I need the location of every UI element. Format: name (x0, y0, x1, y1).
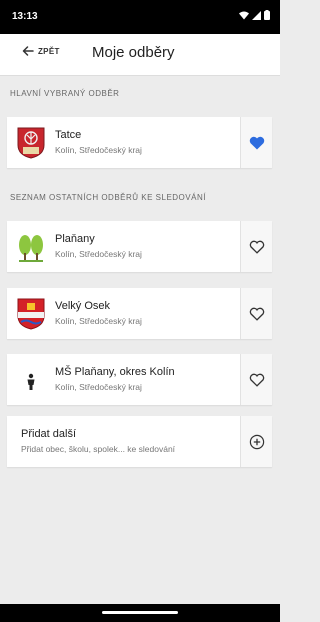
subscription-region: Kolín, Středočeský kraj (55, 145, 142, 155)
heart-filled-icon (249, 136, 264, 149)
add-title: Přidat další (21, 428, 77, 440)
favorite-button[interactable] (240, 221, 272, 272)
status-icons (239, 10, 270, 20)
subscription-region: Kolín, Středočeský kraj (55, 249, 142, 259)
heart-outline-icon (249, 240, 264, 254)
add-subscription-card[interactable]: Přidat další Přidat obec, školu, spolek.… (7, 416, 272, 467)
subscription-name: Tatce (55, 129, 82, 141)
add-subtitle: Přidat obec, školu, spolek... ke sledová… (21, 444, 176, 454)
subscription-region: Kolín, Středočeský kraj (55, 316, 142, 326)
subscription-name: Plaňany (55, 233, 95, 245)
favorite-button[interactable] (240, 117, 272, 168)
heart-outline-icon (249, 373, 264, 387)
app-bar: ZPĚT Moje odběry (0, 34, 280, 76)
subscription-region: Kolín, Středočeský kraj (55, 382, 142, 392)
person-icon (27, 373, 35, 390)
battery-icon (264, 10, 270, 20)
main-subscription-card[interactable]: Tatce Kolín, Středočeský kraj (7, 117, 272, 168)
wifi-icon (239, 11, 249, 19)
other-section-label: SEZNAM OSTATNÍCH ODBĚRŮ KE SLEDOVÁNÍ (10, 193, 206, 202)
favorite-button[interactable] (240, 354, 272, 405)
tatce-emblem-icon (17, 127, 45, 159)
main-section-label: HLAVNÍ VYBRANÝ ODBĚR (10, 89, 120, 98)
subscription-name: Velký Osek (55, 300, 111, 312)
back-button[interactable]: ZPĚT (22, 46, 60, 56)
back-label: ZPĚT (38, 46, 60, 56)
shield-emblem-icon (17, 298, 45, 330)
arrow-left-icon (22, 46, 34, 56)
home-gesture-handle[interactable] (102, 611, 178, 614)
trees-emblem-icon (19, 235, 43, 262)
add-button[interactable] (240, 416, 272, 467)
subscription-card[interactable]: MŠ Plaňany, okres Kolín Kolín, Středočes… (7, 354, 272, 405)
subscription-name: MŠ Plaňany, okres Kolín (55, 366, 175, 378)
subscription-card[interactable]: Plaňany Kolín, Středočeský kraj (7, 221, 272, 272)
subscription-card[interactable]: Velký Osek Kolín, Středočeský kraj (7, 288, 272, 339)
plus-circle-icon (249, 434, 264, 449)
status-time: 13:13 (12, 11, 38, 22)
status-bar: 13:13 (0, 0, 280, 34)
favorite-button[interactable] (240, 288, 272, 339)
system-nav-bar (0, 604, 280, 622)
signal-icon (252, 10, 261, 20)
heart-outline-icon (249, 307, 264, 321)
page-title: Moje odběry (92, 44, 175, 61)
